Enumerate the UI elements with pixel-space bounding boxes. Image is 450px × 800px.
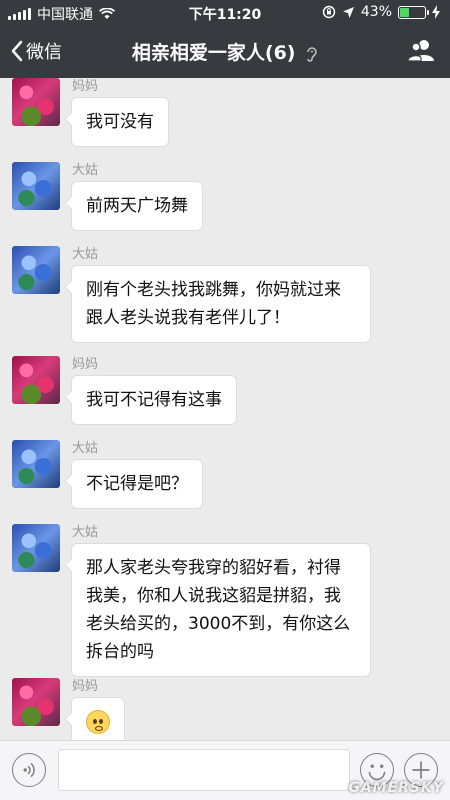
message-bubble[interactable]: 我可没有 (65, 98, 168, 146)
sender-name: 大姑 (72, 525, 99, 540)
status-bar: 中国联通 下午11:20 43% (0, 0, 450, 26)
message-row: 大姑 不记得是吧？ (12, 440, 202, 508)
voice-input-icon[interactable] (12, 753, 46, 787)
sender-name: 妈妈 (72, 357, 99, 372)
sender-name: 大姑 (72, 163, 99, 178)
rotation-lock-icon (322, 5, 336, 19)
mom-avatar[interactable] (12, 356, 60, 404)
sender-name: 大姑 (72, 247, 99, 262)
message-row: 大姑 刚有个老头找我跳舞，你妈就过来跟人老头说我有老伴儿了！ (12, 246, 370, 342)
smirk-emoji-icon (86, 710, 110, 734)
nav-bar: 微信 相亲相爱一家人(6) (0, 26, 450, 78)
aunt-avatar[interactable] (12, 162, 60, 210)
message-bubble[interactable] (65, 698, 124, 740)
message-row: 大姑 前两天广场舞 (12, 162, 202, 230)
aunt-avatar[interactable] (12, 246, 60, 294)
message-bubble[interactable]: 前两天广场舞 (65, 182, 202, 230)
mute-ear-icon (307, 46, 317, 62)
aunt-avatar[interactable] (12, 440, 60, 488)
sender-name: 大姑 (72, 441, 99, 456)
mom-avatar[interactable] (12, 678, 60, 726)
mom-avatar[interactable] (12, 78, 60, 126)
message-bubble[interactable]: 刚有个老头找我跳舞，你妈就过来跟人老头说我有老伴儿了！ (65, 266, 370, 342)
message-bubble[interactable]: 不记得是吧？ (65, 460, 202, 508)
message-row: 妈妈 我可不记得有这事 (12, 356, 236, 424)
chat-title: 相亲相爱一家人(6) (0, 38, 450, 65)
charging-bolt-icon (432, 5, 440, 19)
chat-title-text: 相亲相爱一家人(6) (131, 42, 296, 64)
sender-name: 妈妈 (72, 679, 99, 694)
group-members-icon[interactable] (408, 38, 436, 62)
battery-icon (398, 5, 429, 19)
header: 中国联通 下午11:20 43% 微信 相亲相爱一家人(6) (0, 0, 450, 78)
message-bubble[interactable]: 那人家老头夸我穿的貂好看，衬得我美，你和人说我这貂是拼貂，我老头给买的，3000… (65, 544, 370, 676)
message-row: 大姑 那人家老头夸我穿的貂好看，衬得我美，你和人说我这貂是拼貂，我老头给买的，3… (12, 524, 370, 676)
watermark: GAMERSKY (348, 780, 444, 796)
sender-name: 妈妈 (72, 79, 99, 94)
message-input[interactable] (58, 749, 350, 791)
location-icon (342, 6, 354, 18)
input-bar: GAMERSKY (0, 740, 450, 800)
message-row: 妈妈 (12, 678, 124, 740)
message-row: 妈妈 我可没有 (12, 78, 168, 146)
battery-percent: 43% (360, 4, 392, 20)
message-bubble[interactable]: 我可不记得有这事 (65, 376, 236, 424)
chat-area[interactable]: 妈妈 我可没有 大姑 前两天广场舞 大姑 刚有个老头找我跳舞，你妈就过来跟人老头… (0, 78, 450, 740)
aunt-avatar[interactable] (12, 524, 60, 572)
